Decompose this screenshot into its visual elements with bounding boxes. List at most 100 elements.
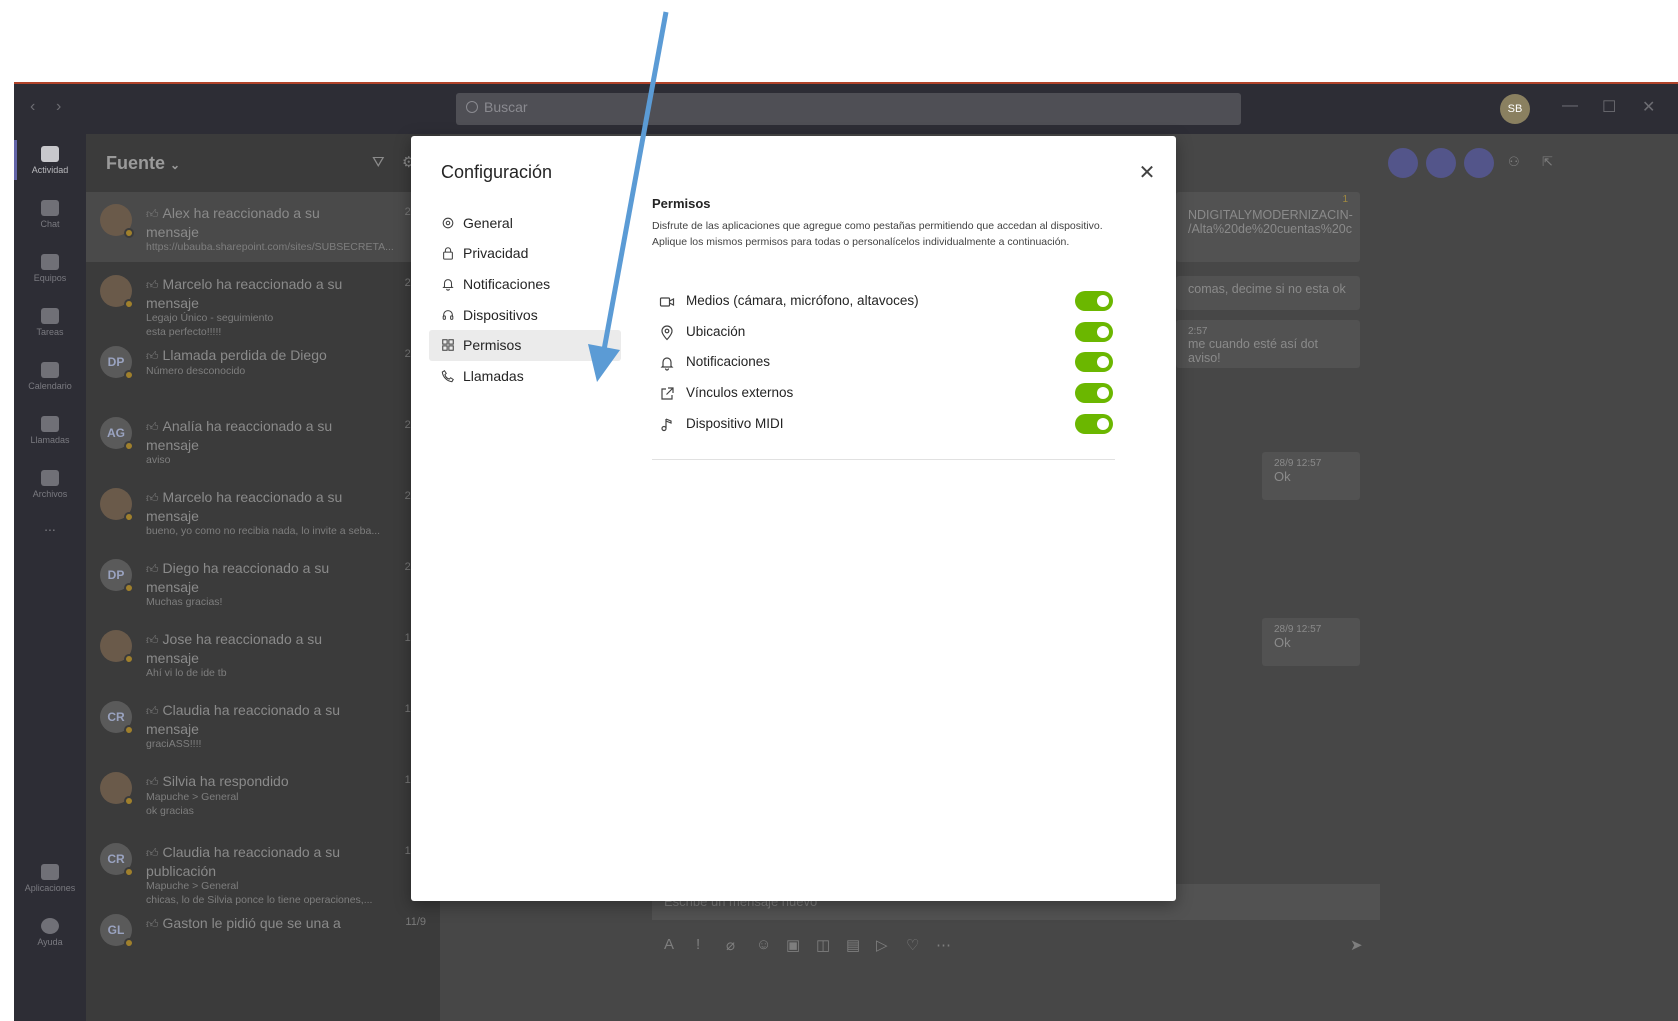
activity-title-text: 👍︎ Diego ha reaccionado a su mensaje	[146, 559, 376, 596]
share-screen-button[interactable]	[1464, 148, 1494, 178]
forward-arrow-icon[interactable]: ›	[56, 98, 61, 116]
activity-item[interactable]: 👍︎Marcelo ha reaccionado a su mensaje23/…	[86, 476, 440, 546]
location-toggle[interactable]	[1075, 322, 1113, 342]
emoji-icon[interactable]: ☺	[756, 936, 771, 953]
message-text: /Alta%20de%20cuentas%20c	[1188, 222, 1353, 236]
activity-text: Claudia ha reaccionado a su publicación	[146, 844, 341, 879]
menu-item-notificaciones[interactable]: Notificaciones	[429, 269, 621, 300]
activity-text: Claudia ha reaccionado a su mensaje	[146, 702, 341, 737]
rail-item-chat[interactable]: Chat	[14, 200, 86, 229]
rail-item-llamadas[interactable]: Llamadas	[14, 416, 86, 445]
sticker-icon[interactable]: ◫	[816, 936, 830, 954]
activity-item[interactable]: AG👍︎Analía ha reaccionado a su mensaje28…	[86, 405, 440, 475]
filter-icon[interactable]: ⛛	[372, 154, 385, 171]
stream-icon[interactable]: ▷	[876, 936, 888, 954]
meet-icon[interactable]: ▤	[846, 936, 860, 954]
presence-dot	[124, 867, 134, 877]
menu-item-general[interactable]: General	[429, 208, 621, 239]
external-links-toggle[interactable]	[1075, 383, 1113, 403]
audio-call-button[interactable]	[1426, 148, 1456, 178]
presence-dot	[124, 938, 134, 948]
activity-title-text: Fuente	[106, 153, 166, 173]
activity-subtext: bueno, yo como no recibia nada, lo invit…	[146, 525, 381, 537]
more-options-icon[interactable]: ⋯	[936, 936, 951, 954]
reaction-icon: 👍︎	[146, 846, 159, 860]
rail-item-equipos[interactable]: Equipos	[14, 254, 86, 283]
maximize-icon[interactable]: ☐	[1602, 97, 1616, 117]
activity-item[interactable]: 👍︎Alex ha reaccionado a su mensaje29/9ht…	[86, 192, 440, 262]
close-window-icon[interactable]: ✕	[1642, 97, 1655, 117]
rail-item-archivos[interactable]: Archivos	[14, 470, 86, 499]
activity-title-text: 👍︎ Alex ha reaccionado a su mensaje	[146, 204, 376, 241]
rail-more-button[interactable]: ...	[14, 518, 86, 534]
close-icon[interactable]: ✕	[1134, 160, 1160, 186]
permission-row-notifications: Notificaciones	[652, 350, 1114, 376]
menu-item-privacidad[interactable]: Privacidad	[429, 238, 621, 269]
activity-item[interactable]: DP👍︎Llamada perdida de Diego28/9Número d…	[86, 334, 440, 404]
menu-item-permisos[interactable]: Permisos	[429, 330, 621, 361]
activity-title-text: 👍︎ Marcelo ha reaccionado a su mensaje	[146, 275, 376, 312]
notifications-toggle[interactable]	[1075, 352, 1113, 372]
permission-label: Vínculos externos	[686, 385, 794, 400]
add-people-icon[interactable]: ⚇	[1508, 154, 1520, 170]
send-icon[interactable]: ➤	[1350, 936, 1363, 954]
rail-item-ayuda[interactable]: Ayuda	[14, 918, 86, 947]
chat-message: 2:57 me cuando esté así dot aviso!	[1176, 320, 1360, 368]
bell-icon	[442, 279, 454, 291]
menu-item-llamadas[interactable]: Llamadas	[429, 361, 621, 392]
back-arrow-icon[interactable]: ‹	[30, 98, 35, 116]
activity-item[interactable]: 👍︎Marcelo ha reaccionado a su mensaje28/…	[86, 263, 440, 338]
attach-icon[interactable]: ⌀	[726, 936, 735, 954]
activity-item[interactable]: CR 👍︎ Claudia ha reaccionado a su publicac…	[86, 831, 440, 906]
rail-label: Actividad	[31, 165, 69, 175]
activity-subtext: Número desconocido	[146, 365, 246, 377]
rail-item-aplicaciones[interactable]: Aplicaciones	[14, 864, 86, 893]
rail-item-actividad[interactable]: Actividad	[14, 140, 86, 180]
phone-icon	[41, 416, 59, 432]
search-placeholder: Buscar	[484, 99, 528, 115]
apps-icon	[442, 339, 454, 351]
rail-item-calendario[interactable]: Calendario	[14, 362, 86, 391]
important-icon[interactable]: !	[696, 936, 700, 953]
activity-title[interactable]: Fuente ⌄	[106, 153, 180, 174]
permission-label: Medios (cámara, micrófono, altavoces)	[686, 293, 919, 308]
chat-icon	[41, 200, 59, 216]
rail-item-tareas[interactable]: Tareas	[14, 308, 86, 337]
calendar-icon	[41, 362, 59, 378]
media-toggle[interactable]	[1075, 291, 1113, 311]
external-link-icon	[661, 387, 674, 400]
permission-row-external-links: Vínculos externos	[652, 381, 1114, 407]
help-icon	[41, 918, 59, 934]
activity-subtext: Muchas gracias!	[146, 596, 223, 608]
user-avatar[interactable]: SB	[1500, 94, 1530, 124]
menu-item-dispositivos[interactable]: Dispositivos	[429, 300, 621, 331]
menu-item-label: Llamadas	[463, 368, 524, 384]
search-input[interactable]: Buscar	[456, 93, 1241, 125]
activity-item[interactable]: GL 👍︎ Gaston le pidió que se una a 11/9	[86, 902, 440, 972]
phone-icon	[441, 370, 454, 383]
activity-subtext: graciASS!!!!	[146, 738, 202, 750]
reaction-icon: 👍︎	[146, 917, 159, 931]
activity-title-text: 👍︎ Jose ha reaccionado a su mensaje	[146, 630, 376, 667]
permission-row-location: Ubicación	[652, 320, 1114, 346]
headset-icon	[442, 310, 454, 320]
bell-icon	[41, 146, 59, 162]
activity-item[interactable]: 👍︎Silvia ha respondido14/9Mapuche > Gene…	[86, 760, 440, 830]
activity-item[interactable]: CR👍︎Claudia ha reaccionado a su mensaje1…	[86, 689, 440, 759]
video-call-button[interactable]	[1388, 148, 1418, 178]
praise-icon[interactable]: ♡	[906, 936, 919, 954]
chat-message: NDIGITALYMODERNIZACIN- /Alta%20de%20cuen…	[1176, 192, 1360, 262]
permission-label: Dispositivo MIDI	[686, 416, 784, 431]
minimize-icon[interactable]: —	[1562, 97, 1578, 115]
activity-subtext: ok gracias	[146, 805, 194, 817]
permission-row-media: Medios (cámara, micrófono, altavoces)	[652, 289, 1114, 315]
gif-icon[interactable]: ▣	[786, 936, 800, 954]
activity-text: Llamada perdida de Diego	[162, 347, 327, 363]
activity-item[interactable]: DP👍︎Diego ha reaccionado a su mensaje22/…	[86, 547, 440, 617]
activity-item[interactable]: 👍︎Jose ha reaccionado a su mensaje17/9Ah…	[86, 618, 440, 688]
activity-subtext: aviso	[146, 454, 171, 466]
midi-toggle[interactable]	[1075, 414, 1113, 434]
format-icon[interactable]: A	[664, 936, 674, 953]
popout-icon[interactable]: ⇱	[1542, 154, 1553, 170]
presence-dot	[124, 654, 134, 664]
